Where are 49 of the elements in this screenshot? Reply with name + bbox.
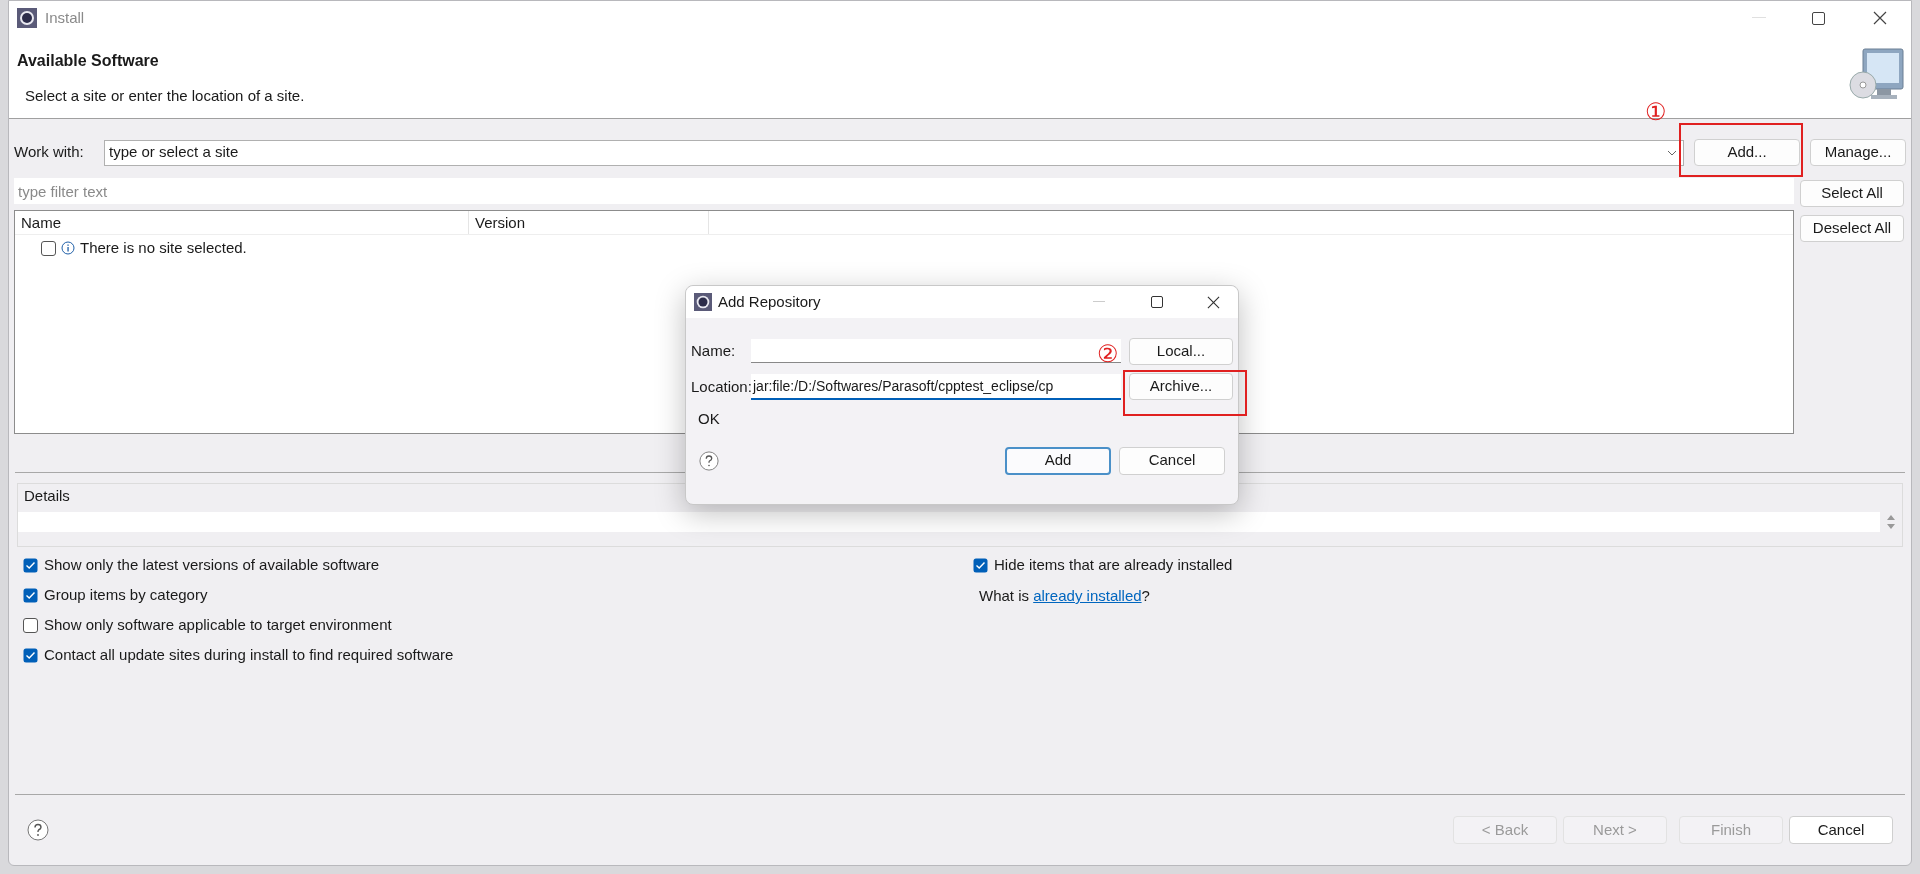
close-icon[interactable] (1873, 11, 1887, 25)
dialog-title: Add Repository (718, 291, 821, 312)
wizard-button[interactable]: Cancel (1789, 816, 1893, 844)
tree-row-text: There is no site selected. (80, 237, 247, 258)
help-icon[interactable] (27, 819, 49, 841)
column-header[interactable]: Name (15, 211, 469, 234)
page-subtitle: Select a site or enter the location of a site. (25, 86, 306, 106)
maximize-icon[interactable] (1151, 296, 1163, 308)
dialog-side-button[interactable]: Local... (1129, 338, 1233, 365)
app-icon (17, 8, 37, 28)
close-icon[interactable] (1207, 295, 1220, 309)
select-button[interactable]: Select All (1800, 180, 1904, 207)
manage-button[interactable]: Manage... (1810, 139, 1906, 166)
info-icon (61, 241, 75, 255)
status-text: OK (698, 409, 721, 429)
installed-note: What is already installed? (979, 587, 1150, 604)
option-label: Show only software applicable to target environment (44, 614, 392, 635)
option-label: Group items by category (44, 584, 208, 605)
help-icon[interactable] (699, 450, 719, 471)
location-field[interactable]: jar:file:/D:/Softwares/Parasoft/cpptest_eclipse/cp (751, 374, 1121, 400)
name-field[interactable] (751, 339, 1121, 363)
site-combo[interactable]: type or select a site (104, 139, 1684, 166)
add-button[interactable]: Add... (1694, 139, 1800, 166)
checkbox[interactable] (23, 647, 38, 663)
checkbox[interactable] (23, 557, 38, 573)
app-icon (694, 293, 712, 311)
annotation-number: ① (1645, 99, 1667, 125)
window-title: Install (45, 7, 85, 28)
already-installed-link[interactable]: already installed (1033, 587, 1142, 604)
option-label: Contact all update sites during install to find required software (44, 644, 454, 665)
checkbox[interactable] (23, 587, 38, 603)
dropdown-chevron-icon (1667, 149, 1677, 156)
option-label: Hide items that are already installed (994, 554, 1233, 575)
filter-field[interactable]: type filter text (14, 178, 1794, 204)
maximize-icon[interactable] (1812, 11, 1825, 25)
option-label: Show only the latest versions of available software (44, 554, 380, 575)
checkbox[interactable] (23, 617, 38, 633)
dialog-side-button[interactable]: Archive... (1129, 373, 1233, 400)
checkbox[interactable] (973, 557, 988, 573)
dialog-button[interactable]: Cancel (1119, 446, 1225, 475)
annotation-number: ② (1097, 341, 1119, 367)
work-with-label: Work with: (14, 142, 85, 163)
details-label: Details (24, 486, 70, 506)
checkbox[interactable] (41, 240, 56, 256)
column-header[interactable]: Version (469, 211, 709, 234)
page-title: Available Software (17, 51, 160, 71)
dialog-button[interactable]: Add (1005, 446, 1111, 475)
select-button[interactable]: Deselect All (1800, 215, 1904, 242)
name-label: Name: (691, 340, 737, 361)
